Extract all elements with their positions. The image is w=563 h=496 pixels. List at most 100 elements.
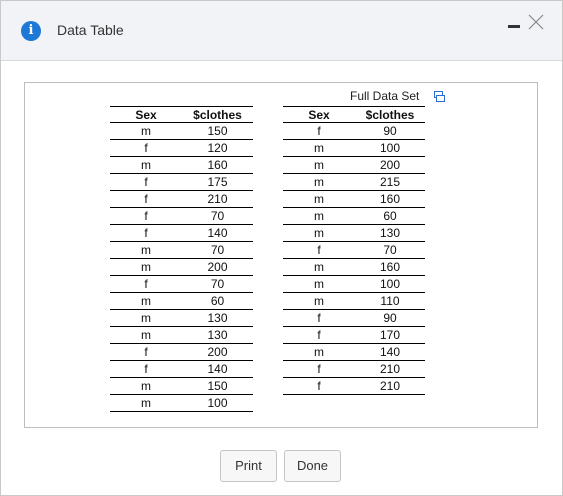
cell-clothes: 90 (355, 122, 425, 140)
cell-clothes: 200 (182, 343, 253, 361)
table-row: f 70 (110, 207, 253, 225)
cell-clothes: 120 (182, 139, 253, 157)
cell-sex: f (110, 207, 182, 225)
close-icon (528, 14, 544, 30)
table-row: f 70 (110, 275, 253, 293)
table-row: f 210 (283, 360, 425, 378)
table-row: f 90 (283, 309, 425, 327)
cell-sex: m (110, 377, 182, 395)
copy-data-icon[interactable] (434, 91, 445, 102)
cell-clothes: 100 (182, 394, 253, 412)
table-row: m 215 (283, 173, 425, 191)
cell-clothes: 70 (182, 241, 253, 259)
cell-clothes: 110 (355, 292, 425, 310)
column-header-clothes: $clothes (182, 106, 253, 123)
table-row: m 60 (283, 207, 425, 225)
table-row: m 100 (110, 394, 253, 412)
cell-sex: f (283, 360, 355, 378)
column-header-sex: Sex (283, 106, 355, 123)
cell-clothes: 140 (355, 343, 425, 361)
cell-clothes: 140 (182, 360, 253, 378)
cell-sex: f (110, 224, 182, 242)
table-row: m 200 (283, 156, 425, 174)
cell-clothes: 90 (355, 309, 425, 327)
data-table-left: Sex $clothes m 150 f 120 m 160 f 175 f 210 f 70 f 140… (110, 106, 253, 412)
table-row: f 210 (283, 377, 425, 395)
cell-sex: m (110, 394, 182, 412)
column-header-clothes: $clothes (355, 106, 425, 123)
cell-sex: f (110, 173, 182, 191)
cell-sex: m (110, 122, 182, 140)
cell-clothes: 100 (355, 139, 425, 157)
cell-clothes: 215 (355, 173, 425, 191)
cell-sex: m (110, 326, 182, 344)
table-row: f 170 (283, 326, 425, 344)
table-row: m 110 (283, 292, 425, 310)
cell-sex: m (283, 190, 355, 208)
data-table-right: Sex $clothes f 90 m 100 m 200 m 215 m 160 m 60 m 130 f… (283, 106, 425, 395)
cell-sex: m (110, 258, 182, 276)
cell-clothes: 140 (182, 224, 253, 242)
cell-clothes: 200 (355, 156, 425, 174)
table-row: f 210 (110, 190, 253, 208)
table-row: m 100 (283, 139, 425, 157)
cell-clothes: 130 (182, 309, 253, 327)
cell-sex: f (283, 377, 355, 395)
cell-sex: m (283, 139, 355, 157)
cell-clothes: 150 (182, 377, 253, 395)
cell-sex: f (110, 360, 182, 378)
cell-sex: f (283, 122, 355, 140)
done-button[interactable]: Done (284, 450, 341, 482)
cell-sex: m (283, 207, 355, 225)
minimize-button[interactable] (507, 15, 523, 33)
table-row: m 100 (283, 275, 425, 293)
cell-clothes: 170 (355, 326, 425, 344)
cell-sex: m (283, 224, 355, 242)
cell-sex: m (283, 343, 355, 361)
table-header-row: Sex $clothes (110, 106, 253, 123)
cell-sex: m (283, 173, 355, 191)
cell-sex: m (283, 156, 355, 174)
table-row: f 120 (110, 139, 253, 157)
table-row: m 130 (110, 309, 253, 327)
cell-sex: f (110, 275, 182, 293)
title-bar: i Data Table (1, 1, 562, 61)
full-data-set-label: Full Data Set (350, 89, 420, 103)
cell-sex: m (283, 258, 355, 276)
cell-sex: m (110, 156, 182, 174)
cell-clothes: 60 (355, 207, 425, 225)
cell-sex: m (110, 309, 182, 327)
print-button[interactable]: Print (220, 450, 277, 482)
cell-clothes: 200 (182, 258, 253, 276)
cell-clothes: 130 (182, 326, 253, 344)
cell-clothes: 160 (355, 190, 425, 208)
cell-sex: m (283, 275, 355, 293)
table-row: f 200 (110, 343, 253, 361)
table-row: m 130 (283, 224, 425, 242)
table-row: f 70 (283, 241, 425, 259)
table-row: f 140 (110, 360, 253, 378)
table-row: f 175 (110, 173, 253, 191)
table-row: m 130 (110, 326, 253, 344)
table-row: m 160 (283, 190, 425, 208)
cell-clothes: 60 (182, 292, 253, 310)
cell-clothes: 210 (182, 190, 253, 208)
table-row: m 200 (110, 258, 253, 276)
table-row: f 140 (110, 224, 253, 242)
cell-clothes: 160 (182, 156, 253, 174)
cell-sex: f (110, 139, 182, 157)
cell-sex: f (110, 190, 182, 208)
cell-clothes: 150 (182, 122, 253, 140)
table-row: m 140 (283, 343, 425, 361)
cell-clothes: 130 (355, 224, 425, 242)
cell-sex: m (110, 292, 182, 310)
minimize-icon (508, 25, 520, 28)
cell-sex: f (283, 241, 355, 259)
cell-sex: m (283, 292, 355, 310)
cell-sex: f (283, 326, 355, 344)
column-header-sex: Sex (110, 106, 182, 123)
cell-clothes: 70 (355, 241, 425, 259)
table-row: m 150 (110, 122, 253, 140)
close-button[interactable] (528, 14, 544, 32)
cell-clothes: 70 (182, 275, 253, 293)
